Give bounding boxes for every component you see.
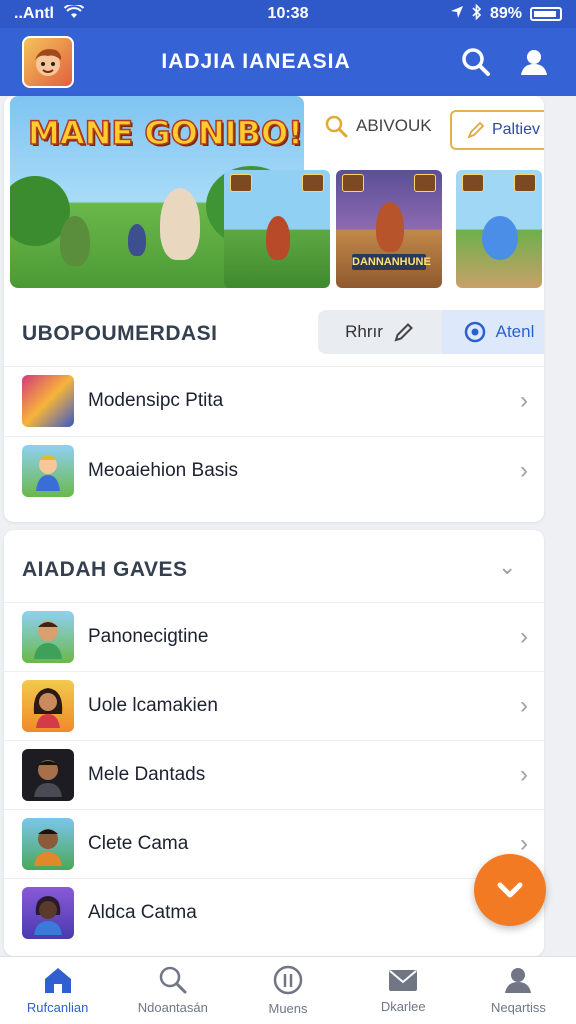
hero-logo: MANE GONIBO! [27,113,303,153]
game-thumbnail[interactable] [224,170,330,288]
search-link-label: ABIVOUK [356,116,432,135]
tab-label: Dkarlee [380,999,426,1014]
badge-icon [414,174,436,192]
filter-pill-label: Atenl [495,322,535,341]
wifi-icon [63,2,85,24]
clock: 10:38 [267,5,309,22]
tab-home[interactable]: Rufcanlian [0,957,115,1024]
filter-pill-edit[interactable]: Rhrır [318,310,442,354]
filter-toggle: Rhrır Atenl [318,310,544,354]
character-graphic [482,216,518,260]
games-card: AIADAH GAVES ⌄ Panonecigtine › Uole lcam… [4,530,544,956]
character-graphic [128,224,146,256]
search-icon[interactable] [456,42,496,82]
character-graphic [266,216,290,260]
profile-icon[interactable] [514,42,554,82]
location-icon [450,5,464,24]
list-item-label: Meoaiehion Basis [88,459,238,481]
badge-icon [462,174,484,192]
battery-icon [530,7,562,21]
carrier-label: ..Antl [14,5,54,22]
list-item-label: Mele Dantads [88,763,206,785]
floating-action-button[interactable] [474,854,546,926]
character-graphic [60,216,90,266]
filter-pill-label: Rhrır [345,322,383,341]
user-icon [505,968,532,993]
tab-label: Rufcanlian [26,1000,89,1015]
character-graphic [376,202,404,252]
game-thumbnail[interactable] [456,170,542,288]
search-icon [159,966,187,994]
character-icon [22,444,74,497]
bottom-tab-bar: Rufcanlian Ndoantasán Muens Dkarlee Neqa… [0,956,576,1024]
mail-icon [389,970,418,991]
list-item-label: Aldca Catma [88,901,197,923]
battery-percent: 89% [489,5,522,22]
target-icon [464,321,485,343]
badge-icon [514,174,536,192]
publish-button[interactable]: Paltiev [450,110,544,150]
app-logo-icon[interactable] [22,36,74,88]
list-item[interactable]: Meoaiehion Basis › [4,436,544,504]
home-icon [44,968,71,993]
badge-icon [302,174,324,192]
avatar-icon [22,817,74,870]
thumbnail-label: DANNANHUNE [352,254,431,270]
list-item-label: Panonecigtine [88,625,209,647]
chevron-right-icon: › [520,622,528,650]
tab-label: Ndoantasán [137,1000,208,1015]
list-item[interactable]: Mele Dantads › [4,740,544,808]
chevron-down-icon[interactable]: ⌄ [498,554,516,580]
section-title: UBOPOUMERDASI [22,322,218,345]
chevron-down-icon [497,882,523,898]
pencil-icon [394,323,413,342]
game-thumbnail[interactable]: DANNANHUNE [336,170,442,288]
tab-label: Muens [268,1001,308,1016]
game-cover-icon [22,374,74,427]
list-item-label: Clete Cama [88,832,189,854]
avatar-icon [22,679,74,732]
list-item[interactable]: Clete Cama › [4,809,544,877]
tab-search[interactable]: Ndoantasán [115,957,230,1024]
chevron-right-icon: › [520,386,528,414]
badge-icon [342,174,364,192]
status-bar: ..Antl 10:38 89% [0,0,576,28]
list-item[interactable]: Aldca Catma › [4,878,544,946]
page-title: IADJIA IANEASIA [161,50,351,73]
bluetooth-icon [472,3,482,25]
character-graphic [160,188,200,260]
tab-info[interactable]: Muens [230,957,345,1024]
app-header: IADJIA IANEASIA [0,28,576,96]
search-icon [325,115,348,138]
info-icon [273,965,303,995]
list-item-label: Modensipc Ptita [88,389,224,411]
featured-card: MANE GONIBO! ABIVOUK Paltiev DANNANHUNE … [4,96,544,522]
tab-profile[interactable]: Neqartiss [461,957,576,1024]
chevron-right-icon: › [520,456,528,484]
pen-icon [467,121,485,139]
section-title: AIADAH GAVES [22,558,188,581]
badge-icon [230,174,252,192]
avatar-icon [22,886,74,939]
chevron-right-icon: › [520,691,528,719]
chevron-right-icon: › [520,760,528,788]
avatar-icon [22,610,74,663]
list-item[interactable]: Modensipc Ptita › [4,366,544,434]
tab-messages[interactable]: Dkarlee [346,957,461,1024]
tab-label: Neqartiss [490,1000,546,1015]
list-item[interactable]: Panonecigtine › [4,602,544,670]
list-item-label: Uole lcamakien [88,694,218,716]
search-link[interactable]: ABIVOUK [324,114,432,138]
list-item[interactable]: Uole lcamakien › [4,671,544,739]
publish-label: Paltiev [491,121,541,138]
avatar-icon [22,748,74,801]
filter-pill-alert[interactable]: Atenl [442,310,544,354]
